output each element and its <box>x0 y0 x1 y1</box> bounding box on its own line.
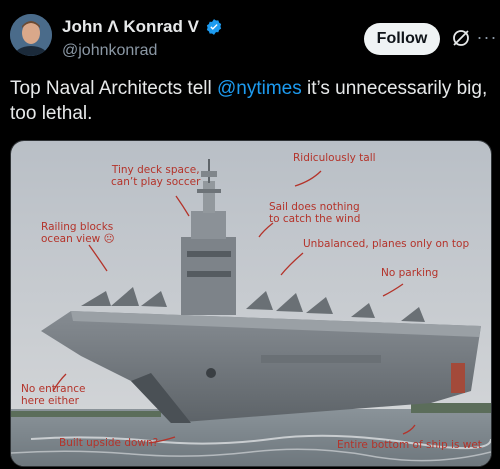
annotation-tiny-deck-text: Tiny deck space, can’t play soccer <box>111 164 201 188</box>
annotation-unbalanced: Unbalanced, planes only on top <box>303 238 470 250</box>
tweet-header: John Λ Konrad V @johnkonrad Follow ··· <box>10 10 496 66</box>
tweet-text: Top Naval Architects tell @nytimes it’s … <box>10 76 495 126</box>
annotation-upside-down: Built upside down? <box>59 437 159 449</box>
annotation-no-entrance: No entrance here either <box>21 383 86 407</box>
avatar[interactable] <box>10 14 52 56</box>
author-name[interactable]: John Λ Konrad V <box>62 17 199 37</box>
annotation-sail: Sail does nothing to catch the wind <box>269 201 360 225</box>
annotation-bottom-wet: Entire bottom of ship is wet <box>337 439 482 451</box>
aircraft-carrier-photo <box>11 141 491 466</box>
annotation-tiny-deck: Tiny deck space, can’t play soccer <box>111 164 200 188</box>
annotation-no-entrance-text: No entrance here either <box>21 383 86 407</box>
annotation-no-parking: No parking <box>381 267 439 279</box>
more-options-icon[interactable]: ··· <box>476 26 498 48</box>
mention-link[interactable]: @nytimes <box>217 78 302 99</box>
follow-button[interactable]: Follow <box>364 23 440 55</box>
annotation-ridiculously-tall: Ridiculously tall <box>293 152 376 164</box>
annotation-sail-text: Sail does nothing to catch the wind <box>269 201 361 225</box>
annotation-railing-text: Railing blocks ocean view ☹ <box>41 221 115 245</box>
author-row: John Λ Konrad V <box>62 17 223 37</box>
tweet-text-start: Top Naval Architects tell <box>10 78 217 99</box>
grok-icon[interactable] <box>451 28 471 48</box>
tweet-image[interactable]: Tiny deck space, can’t play soccer Ridic… <box>10 140 492 467</box>
annotation-railing: Railing blocks ocean view ☹ <box>41 221 115 245</box>
avatar-image <box>10 14 52 56</box>
verified-badge-icon <box>206 19 222 35</box>
author-handle[interactable]: @johnkonrad <box>62 42 157 60</box>
